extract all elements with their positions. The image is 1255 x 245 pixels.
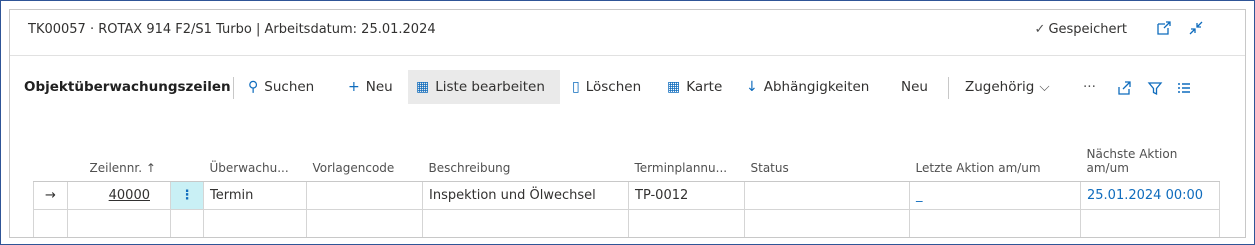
- toolbar-divider-2: [948, 77, 949, 99]
- search-button[interactable]: ⚲ Suchen: [248, 70, 314, 104]
- empty-cell[interactable]: [628, 209, 745, 237]
- empty-row[interactable]: [33, 209, 1220, 237]
- related-menu[interactable]: Zugehörig ⌵: [965, 70, 1050, 104]
- section-title: Objektüberwachungszeilen: [24, 79, 231, 95]
- card-icon: ▦: [667, 79, 681, 95]
- empty-cell[interactable]: [744, 209, 910, 237]
- empty-cell[interactable]: [1080, 209, 1220, 237]
- delete-button[interactable]: ▯ Löschen: [572, 70, 641, 104]
- search-icon: ⚲: [248, 79, 259, 95]
- card-label: Karte: [686, 79, 723, 95]
- share-icon[interactable]: [1116, 70, 1132, 104]
- monitoring-cell[interactable]: Termin: [203, 181, 307, 210]
- new-label: Neu: [365, 79, 393, 95]
- edit-list-icon: ▦: [416, 79, 430, 95]
- arrow-down-icon: ↓: [746, 79, 758, 95]
- check-icon: ✓: [1034, 22, 1046, 37]
- plus-icon: +: [348, 79, 360, 95]
- open-new-window-icon[interactable]: [1155, 20, 1173, 38]
- column-header-next-action[interactable]: Nächste Aktion am/um: [1080, 135, 1220, 182]
- dependencies-label: Abhängigkeiten: [763, 79, 870, 95]
- column-header-status[interactable]: Status: [744, 135, 910, 182]
- trash-icon: ▯: [572, 79, 580, 95]
- edit-list-label: Liste bearbeiten: [435, 79, 545, 95]
- lines-grid: Zeilennr. ↑ Überwachu... Vorlagencode Be…: [33, 135, 1220, 237]
- column-header-description[interactable]: Beschreibung: [422, 135, 629, 182]
- row-actions-icon[interactable]: ⋮: [170, 181, 204, 210]
- more-options-button[interactable]: ···: [1083, 70, 1096, 104]
- empty-cell[interactable]: [909, 209, 1081, 237]
- next-action-cell[interactable]: 25.01.2024 00:00: [1080, 181, 1220, 210]
- header-dots-spacer: [170, 135, 204, 182]
- empty-cell: [170, 209, 204, 237]
- delete-label: Löschen: [585, 79, 642, 95]
- empty-cell[interactable]: [422, 209, 629, 237]
- saved-status: ✓ Gespeichert: [1035, 22, 1127, 37]
- header-divider: [10, 55, 1245, 56]
- empty-cell[interactable]: [306, 209, 423, 237]
- dependencies-button[interactable]: ↓ Abhängigkeiten: [746, 70, 869, 104]
- list-view-icon[interactable]: [1176, 70, 1192, 104]
- new-button[interactable]: + Neu: [348, 70, 393, 104]
- new-action-label: Neu: [901, 79, 928, 95]
- collapse-icon[interactable]: [1187, 20, 1205, 38]
- saved-label: Gespeichert: [1048, 22, 1127, 37]
- column-header-line-no[interactable]: Zeilennr. ↑: [67, 135, 171, 182]
- lines-part: TK00057 · ROTAX 914 F2/S1 Turbo | Arbeit…: [9, 9, 1246, 238]
- related-label: Zugehörig: [965, 79, 1035, 95]
- title-bar: TK00057 · ROTAX 914 F2/S1 Turbo | Arbeit…: [10, 10, 1245, 50]
- column-header-template[interactable]: Vorlagencode: [306, 135, 423, 182]
- page-frame: TK00057 · ROTAX 914 F2/S1 Turbo | Arbeit…: [0, 0, 1255, 245]
- edit-list-button[interactable]: ▦ Liste bearbeiten: [408, 70, 560, 104]
- column-header-scheduling[interactable]: Terminplannu...: [628, 135, 745, 182]
- table-row[interactable]: → 40000 ⋮ Termin Inspektion und Ölwechse…: [33, 181, 1220, 210]
- empty-cell: [33, 209, 68, 237]
- header-arrow-spacer: [33, 135, 68, 182]
- line-no-cell[interactable]: 40000: [67, 181, 171, 210]
- description-cell[interactable]: Inspektion und Ölwechsel: [422, 181, 629, 210]
- toolbar-divider: [233, 77, 234, 99]
- card-button[interactable]: ▦ Karte: [667, 70, 722, 104]
- page-title: TK00057 · ROTAX 914 F2/S1 Turbo | Arbeit…: [28, 22, 436, 37]
- column-header-last-action[interactable]: Letzte Aktion am/um: [909, 135, 1081, 182]
- last-action-cell[interactable]: _: [909, 181, 1081, 210]
- new-action-button[interactable]: Neu: [901, 70, 928, 104]
- column-header-monitoring[interactable]: Überwachu...: [203, 135, 307, 182]
- row-indicator-icon: →: [33, 181, 68, 210]
- empty-cell[interactable]: [67, 209, 171, 237]
- template-cell[interactable]: [306, 181, 423, 210]
- scheduling-cell[interactable]: TP-0012: [628, 181, 745, 210]
- grid-header-row: Zeilennr. ↑ Überwachu... Vorlagencode Be…: [33, 135, 1220, 182]
- search-label: Suchen: [264, 79, 315, 95]
- empty-cell[interactable]: [203, 209, 307, 237]
- filter-icon[interactable]: [1147, 70, 1163, 104]
- chevron-down-icon: ⌵: [1039, 79, 1050, 95]
- status-cell[interactable]: [744, 181, 910, 210]
